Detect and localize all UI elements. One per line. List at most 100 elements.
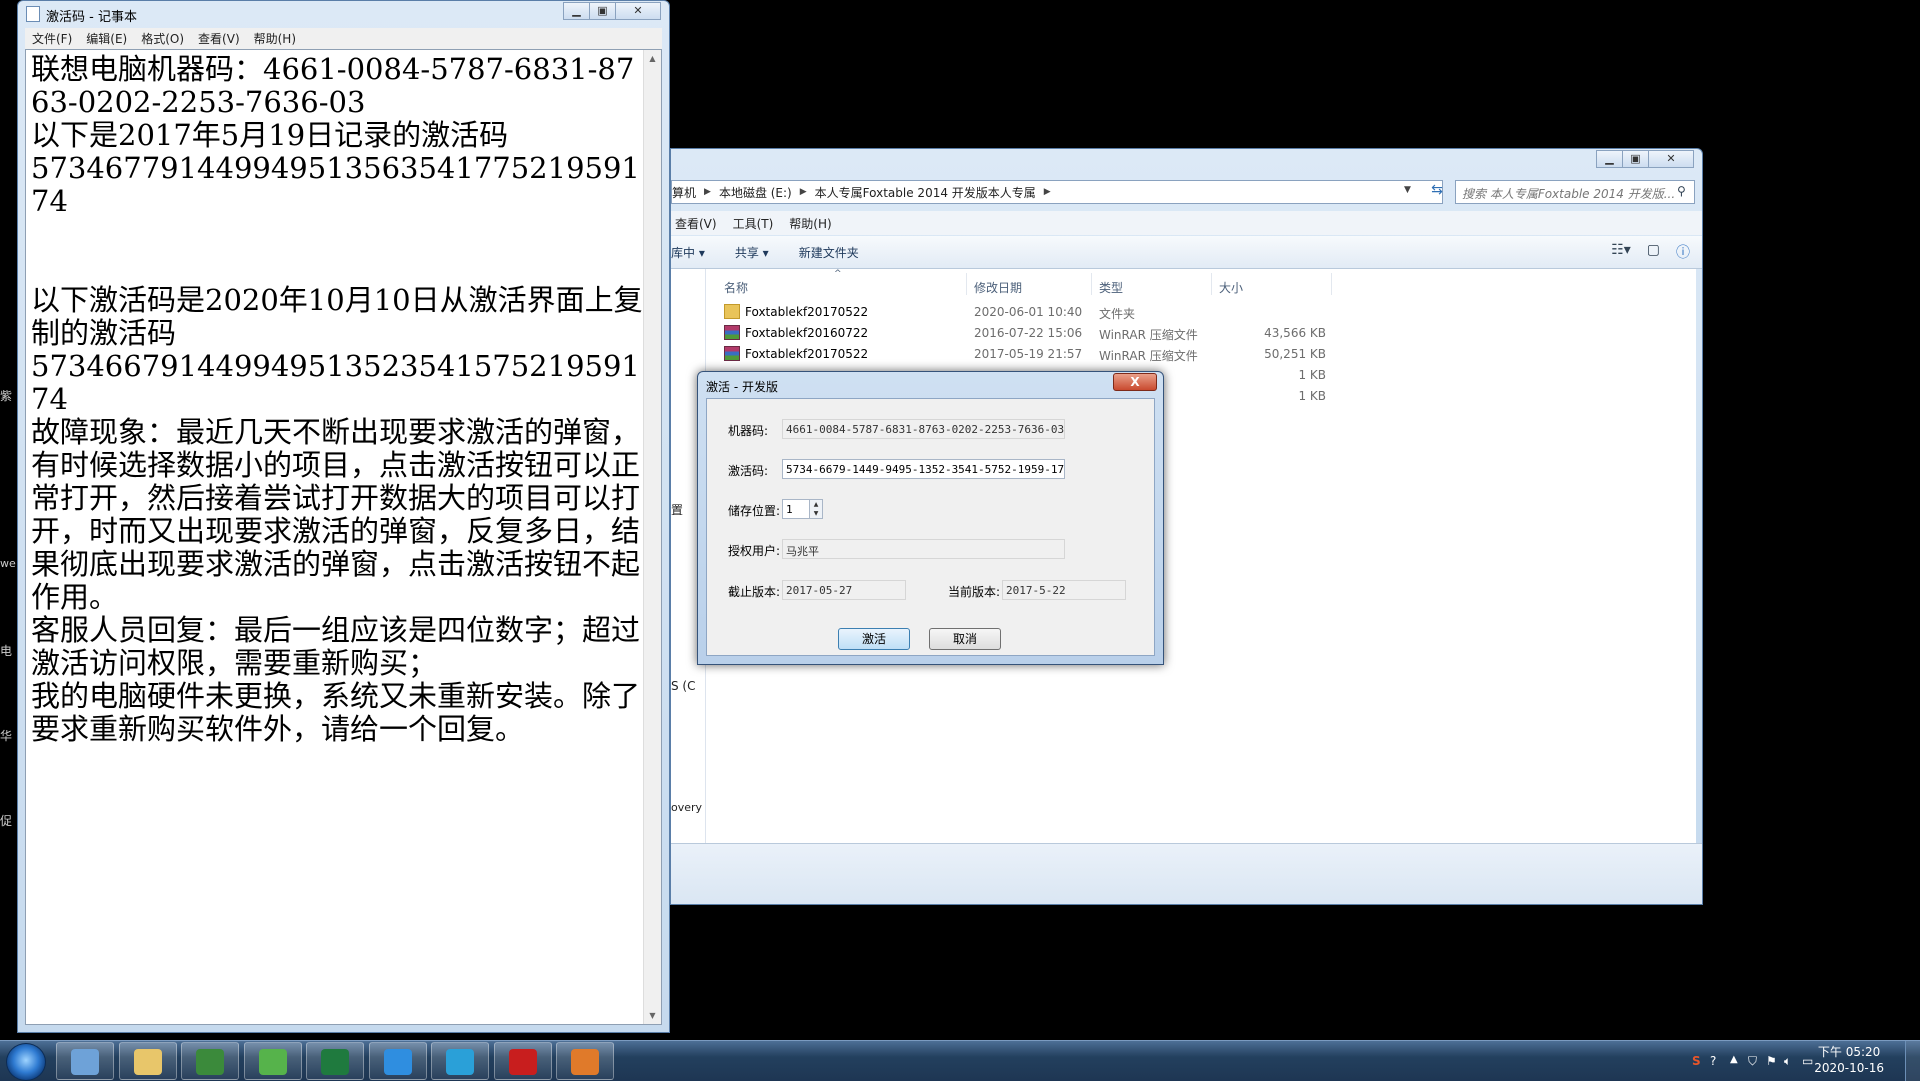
- menu-help[interactable]: 帮助(H): [247, 30, 303, 47]
- window-title: 激活码 - 记事本: [46, 10, 137, 25]
- start-button[interactable]: [6, 1043, 46, 1081]
- notepad-titlebar[interactable]: 激活码 - 记事本 ▁ ▣ ✕: [18, 1, 669, 27]
- machine-code-label: 机器码:: [728, 424, 769, 438]
- view-options-icon[interactable]: ☷▾: [1611, 242, 1631, 262]
- help-tray-icon[interactable]: ?: [1710, 1054, 1716, 1068]
- menu-tools[interactable]: 工具(T): [733, 215, 774, 232]
- notepad-content[interactable]: 联想电脑机器码：4661-0084-5787-6831-8763-0202-22…: [31, 53, 651, 746]
- minimize-button[interactable]: ▁: [563, 2, 590, 20]
- explorer-toolbar: 库中 ▾ 共享 ▾ 新建文件夹 ☷▾ ▢ ⓘ: [671, 236, 1702, 269]
- menu-help[interactable]: 帮助(H): [789, 215, 831, 232]
- address-dropdown-icon[interactable]: ▼: [1404, 185, 1411, 195]
- dialog-title: 激活 - 开发版: [706, 380, 778, 394]
- nav-item-fragment[interactable]: overy: [671, 801, 702, 814]
- taskbar-app-button[interactable]: [369, 1042, 427, 1080]
- update-icon: [446, 1049, 474, 1075]
- clock-date: 2020-10-16: [1814, 1061, 1884, 1075]
- search-input[interactable]: 搜索 本人专属Foxtable 2014 开发版...: [1455, 180, 1695, 204]
- include-in-library-button[interactable]: 库中 ▾: [671, 244, 705, 261]
- clock[interactable]: 下午 05:20 2020-10-16: [1814, 1044, 1884, 1076]
- close-button[interactable]: ✕: [615, 2, 661, 20]
- foxtable-app-icon: [571, 1049, 599, 1075]
- scroll-up-icon[interactable]: ▲: [644, 50, 661, 67]
- new-folder-button[interactable]: 新建文件夹: [799, 244, 859, 261]
- search-icon[interactable]: ⚲: [1677, 184, 1686, 198]
- vertical-scrollbar[interactable]: ▲ ▼: [643, 50, 661, 1024]
- licensed-user-field[interactable]: 马兆平: [782, 539, 1065, 559]
- show-desktop-button[interactable]: [1905, 1041, 1920, 1081]
- file-row[interactable]: Foxtablekf20160722 2016-07-22 15:06 WinR…: [706, 323, 1696, 344]
- breadcrumb-chevron-icon[interactable]: ▶: [704, 187, 711, 197]
- clock-time: 下午 05:20: [1817, 1045, 1881, 1059]
- scroll-down-icon[interactable]: ▼: [644, 1007, 661, 1024]
- explorer-window-controls: ▁ ▣ ✕: [1596, 150, 1694, 168]
- menu-view[interactable]: 查看(V): [191, 30, 247, 47]
- notepad-window: 激活码 - 记事本 ▁ ▣ ✕ 文件(F) 编辑(E) 格式(O) 查看(V) …: [17, 0, 670, 1033]
- ie-icon: [384, 1049, 412, 1075]
- sort-arrow-icon: ^: [834, 269, 842, 279]
- maximize-button[interactable]: ▣: [589, 2, 616, 20]
- nav-item-fragment[interactable]: 置: [671, 501, 683, 518]
- activate-button[interactable]: 激活: [838, 628, 910, 650]
- activation-code-input[interactable]: 5734-6679-1449-9495-1352-3541-5752-1959-…: [782, 459, 1065, 479]
- tray-expand-icon[interactable]: ▲: [1730, 1054, 1738, 1065]
- dialog-close-button[interactable]: X: [1113, 373, 1157, 391]
- storage-slot-label: 储存位置:: [728, 504, 781, 518]
- column-header-name[interactable]: 名称: [724, 279, 748, 296]
- taskbar-app-button[interactable]: [119, 1042, 177, 1080]
- desktop-icon-label-fragment: 华: [0, 729, 13, 743]
- refresh-icon[interactable]: ⇆: [1426, 182, 1448, 202]
- desktop-icon-label-fragment: 电: [0, 644, 13, 658]
- maximize-button[interactable]: ▣: [1622, 150, 1649, 168]
- taskbar-app-button[interactable]: [56, 1042, 114, 1080]
- breadcrumb-chevron-icon[interactable]: ▶: [1044, 187, 1051, 197]
- menu-file[interactable]: 文件(F): [25, 30, 79, 47]
- notepad-window-controls: ▁ ▣ ✕: [563, 2, 661, 20]
- details-pane: [671, 843, 1702, 904]
- cancel-button[interactable]: 取消: [929, 628, 1001, 650]
- storage-slot-input[interactable]: 1: [782, 499, 810, 519]
- machine-code-field[interactable]: 4661-0084-5787-6831-8763-0202-2253-7636-…: [782, 419, 1065, 439]
- close-button[interactable]: ✕: [1648, 150, 1694, 168]
- breadcrumb-folder[interactable]: 本人专属Foxtable 2014 开发版本人专属: [815, 184, 1036, 201]
- column-header-date[interactable]: 修改日期: [974, 279, 1022, 296]
- desktop-icon-label-fragment: we: [0, 557, 16, 570]
- menu-edit[interactable]: 编辑(E): [79, 30, 134, 47]
- nav-item-fragment[interactable]: S (C: [671, 679, 696, 693]
- menu-format[interactable]: 格式(O): [134, 30, 191, 47]
- menu-view[interactable]: 查看(V): [675, 215, 717, 232]
- column-header-type[interactable]: 类型: [1099, 279, 1123, 296]
- taskbar-app-button[interactable]: [431, 1042, 489, 1080]
- expire-version-label: 截止版本:: [728, 585, 781, 599]
- file-row[interactable]: Foxtablekf20170522 2017-05-19 21:57 WinR…: [706, 344, 1696, 365]
- storage-slot-spinner[interactable]: ▲ ▼: [809, 499, 823, 519]
- volume-icon[interactable]: 🔈︎: [1784, 1054, 1791, 1069]
- share-button[interactable]: 共享 ▾: [735, 244, 769, 261]
- breadcrumb-computer[interactable]: 算机: [672, 184, 696, 201]
- acrobat-icon: [509, 1049, 537, 1075]
- preview-pane-icon[interactable]: ▢: [1647, 242, 1660, 262]
- wechat-icon: [259, 1049, 287, 1075]
- minimize-button[interactable]: ▁: [1596, 150, 1623, 168]
- taskbar-app-button[interactable]: [494, 1042, 552, 1080]
- taskbar-app-button[interactable]: [244, 1042, 302, 1080]
- file-row[interactable]: Foxtablekf20170522 2020-06-01 10:40 文件夹: [706, 302, 1696, 323]
- address-bar[interactable]: 算机 ▶ 本地磁盘 (E:) ▶ 本人专属Foxtable 2014 开发版本人…: [671, 180, 1443, 204]
- sogou-input-icon[interactable]: S: [1692, 1054, 1701, 1068]
- folder-icon: [134, 1049, 162, 1075]
- activation-code-label: 激活码:: [728, 464, 769, 478]
- taskbar-app-button[interactable]: [306, 1042, 364, 1080]
- breadcrumb-drive-e[interactable]: 本地磁盘 (E:): [719, 184, 792, 201]
- network-icon[interactable]: ▭: [1802, 1054, 1813, 1068]
- action-center-flag-icon[interactable]: ⚑: [1766, 1054, 1777, 1068]
- column-header-size[interactable]: 大小: [1219, 279, 1243, 296]
- taskbar-app-button[interactable]: [556, 1042, 614, 1080]
- current-version-field[interactable]: 2017-5-22: [1002, 580, 1126, 600]
- breadcrumb-chevron-icon[interactable]: ▶: [800, 187, 807, 197]
- security-shield-icon[interactable]: ⛉: [1748, 1054, 1757, 1069]
- expire-version-field[interactable]: 2017-05-27: [782, 580, 906, 600]
- help-icon[interactable]: ⓘ: [1676, 242, 1690, 262]
- current-version-label: 当前版本:: [948, 585, 1001, 599]
- notepad-text-area[interactable]: 联想电脑机器码：4661-0084-5787-6831-8763-0202-22…: [25, 49, 662, 1025]
- taskbar-app-button[interactable]: [181, 1042, 239, 1080]
